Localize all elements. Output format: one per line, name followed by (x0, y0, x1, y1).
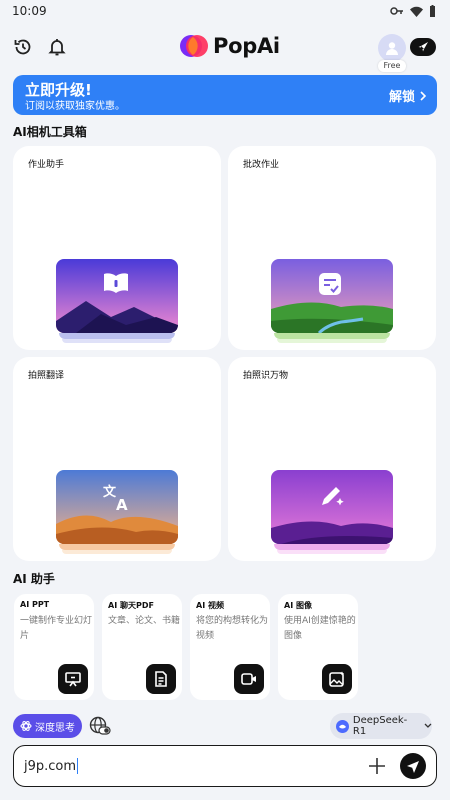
assistant-card-image[interactable]: AI 图像 使用AI创建惊艳的图像 (278, 594, 358, 700)
assistant-title: AI PPT (20, 600, 50, 609)
tool-card-label: 拍照翻译 (28, 371, 65, 381)
card-stack-shadow (59, 333, 175, 339)
grade-check-icon (317, 271, 347, 301)
assistant-card-video[interactable]: AI 视频 将您的构想转化为视频 (190, 594, 270, 700)
deep-think-label: 深度思考 (35, 722, 75, 734)
avatar (378, 34, 406, 62)
app-logo: PopAi (179, 34, 280, 58)
bell-icon[interactable] (46, 36, 68, 58)
assistant-desc: 文章、论文、书籍 (108, 616, 181, 626)
rocket-button[interactable] (410, 38, 436, 56)
tool-card-homework[interactable]: 作业助手 (13, 146, 221, 350)
image-icon (322, 664, 352, 694)
wifi-icon (410, 6, 423, 17)
history-icon[interactable] (12, 36, 34, 58)
assistants-title: AI 助手 (13, 572, 55, 586)
svg-text:文: 文 (103, 484, 117, 500)
chevron-right-icon (420, 90, 427, 101)
illustration-scene (271, 259, 393, 333)
plus-icon (369, 758, 385, 774)
illustration-scene (271, 470, 393, 544)
deep-think-toggle[interactable]: 深度思考 (13, 714, 82, 738)
illustration-scene: 文A (56, 470, 178, 544)
app-header: PopAi Free (0, 30, 450, 72)
tool-illustration: 文A (56, 470, 178, 556)
globe-icon (89, 716, 111, 735)
chat-input-field[interactable]: j9p.com (24, 758, 79, 774)
translate-icon: 文A (102, 482, 132, 512)
card-stack-shadow (277, 339, 387, 343)
atom-icon (20, 720, 32, 732)
tool-card-label: 作业助手 (28, 160, 65, 170)
tool-card-translate[interactable]: 拍照翻译 文A (13, 357, 221, 561)
chat-input-value: j9p.com (24, 758, 77, 774)
banner-subtitle: 订阅以获取独家优惠。 (25, 101, 125, 112)
edit-pen-icon (317, 482, 347, 512)
attach-button[interactable] (366, 755, 388, 777)
status-time: 10:09 (12, 4, 47, 18)
card-stack-shadow (274, 333, 390, 339)
unlock-button[interactable]: 解锁 (389, 86, 427, 105)
tool-card-identify[interactable]: 拍照识万物 (228, 357, 436, 561)
svg-text:A: A (116, 496, 128, 512)
assistant-desc: 将您的构想转化为视频 (196, 616, 269, 641)
tool-card-label: 拍照识万物 (243, 371, 289, 381)
model-label: DeepSeek-R1 (352, 715, 408, 737)
key-icon (390, 7, 403, 15)
model-selector[interactable]: DeepSeek-R1 (330, 713, 432, 739)
plan-badge: Free (378, 60, 406, 72)
camera-tools-title: AI相机工具箱 (13, 125, 87, 139)
tool-illustration (56, 259, 178, 345)
user-icon (386, 42, 398, 55)
assistant-desc: 一键制作专业幻灯片 (20, 616, 93, 641)
presentation-icon (58, 664, 88, 694)
card-stack-shadow (62, 339, 172, 343)
upgrade-banner[interactable]: 立即升级! 订阅以获取独家优惠。 解锁 (13, 75, 437, 115)
chevron-down-icon (424, 723, 432, 728)
status-bar: 10:09 (0, 0, 450, 22)
rocket-icon (418, 42, 428, 52)
card-stack-shadow (277, 550, 387, 554)
unlock-label: 解锁 (388, 90, 415, 105)
assistant-card-pdf[interactable]: AI 聊天PDF 文章、论文、书籍 (102, 594, 182, 700)
deepseek-logo-icon (336, 719, 349, 733)
card-stack-shadow (274, 544, 390, 550)
card-stack-shadow (62, 550, 172, 554)
assistant-title: AI 聊天PDF (108, 601, 154, 610)
tool-illustration (271, 470, 393, 556)
text-caret (77, 758, 79, 774)
web-search-toggle[interactable] (89, 716, 111, 736)
assistant-title: AI 图像 (284, 601, 312, 610)
assistant-desc: 使用AI创建惊艳的图像 (284, 616, 356, 641)
document-icon (146, 664, 176, 694)
tool-card-grading[interactable]: 批改作业 (228, 146, 436, 350)
user-avatar[interactable]: Free (378, 34, 406, 74)
popai-logo-icon (180, 35, 208, 57)
battery-icon (430, 5, 435, 17)
chat-input[interactable]: j9p.com (13, 745, 437, 787)
status-icons (390, 5, 436, 17)
assistant-title: AI 视频 (196, 601, 224, 610)
send-button[interactable] (400, 753, 426, 779)
send-icon (407, 761, 419, 773)
card-stack-shadow (59, 544, 175, 550)
app-name: PopAi (213, 34, 280, 58)
illustration-scene (56, 259, 178, 333)
composer-bar: 深度思考 DeepSeek-R1 j9p.com (0, 706, 450, 800)
tool-card-label: 批改作业 (243, 160, 280, 170)
assistant-card-ppt[interactable]: AI PPT 一键制作专业幻灯片 (14, 594, 94, 700)
video-icon (234, 664, 264, 694)
tool-illustration (271, 259, 393, 345)
book-icon (102, 271, 132, 301)
